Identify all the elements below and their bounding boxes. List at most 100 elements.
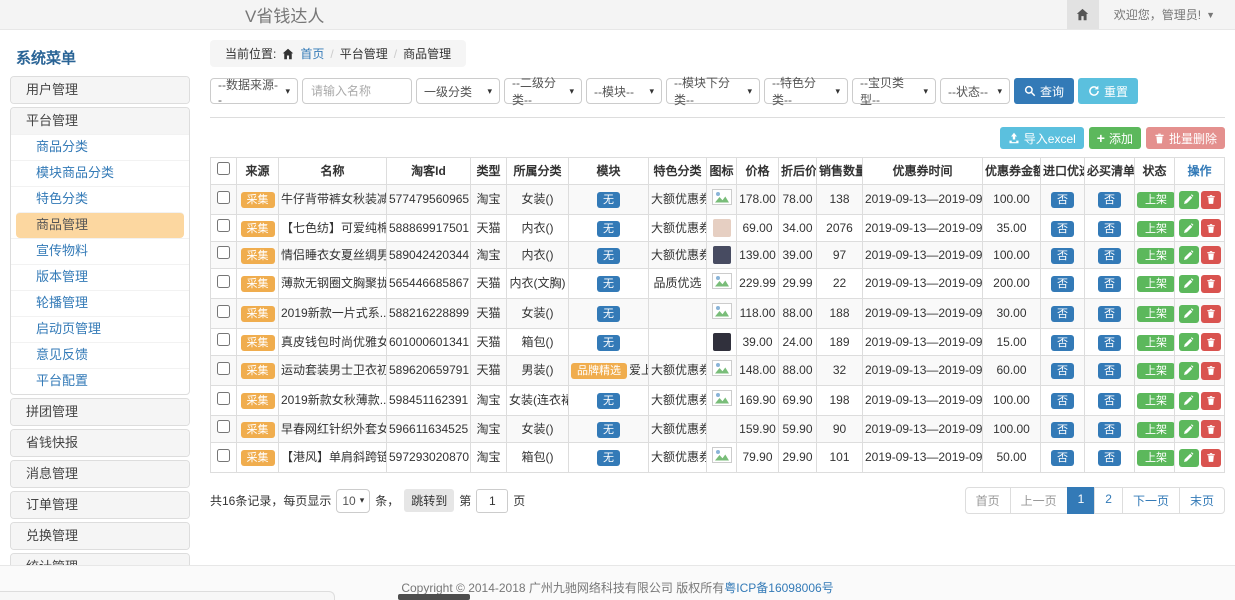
sidebar-section-3[interactable]: 订单管理 [11, 492, 189, 518]
must-buy-badge[interactable]: 否 [1098, 393, 1121, 409]
edit-button[interactable] [1179, 420, 1199, 438]
must-buy-badge[interactable]: 否 [1098, 221, 1121, 237]
must-buy-badge[interactable]: 否 [1098, 192, 1121, 208]
must-buy-badge[interactable]: 否 [1098, 363, 1121, 379]
filter-select-4[interactable]: --模块下分类--▾ [666, 78, 760, 104]
row-checkbox[interactable] [217, 420, 230, 433]
sidebar-item-4[interactable]: 宣传物料 [11, 238, 189, 264]
pager-item-2[interactable]: 1 [1067, 487, 1096, 514]
edit-button[interactable] [1179, 219, 1199, 237]
edit-button[interactable] [1179, 362, 1199, 380]
reset-button[interactable]: 重置 [1078, 78, 1138, 104]
sidebar-item-1[interactable]: 模块商品分类 [11, 160, 189, 186]
imported-badge[interactable]: 否 [1051, 393, 1074, 409]
sidebar-item-5[interactable]: 版本管理 [11, 264, 189, 290]
status-badge[interactable]: 上架 [1137, 422, 1175, 438]
status-badge[interactable]: 上架 [1137, 248, 1175, 264]
status-badge[interactable]: 上架 [1137, 335, 1175, 351]
sidebar-section-platform[interactable]: 平台管理 [11, 108, 189, 134]
row-checkbox[interactable] [217, 392, 230, 405]
imported-badge[interactable]: 否 [1051, 192, 1074, 208]
pager-item-0[interactable]: 首页 [965, 487, 1011, 514]
sidebar-section-0[interactable]: 拼团管理 [11, 399, 189, 425]
must-buy-badge[interactable]: 否 [1098, 422, 1121, 438]
must-buy-badge[interactable]: 否 [1098, 306, 1121, 322]
delete-button[interactable] [1201, 420, 1221, 438]
row-checkbox[interactable] [217, 449, 230, 462]
page-number-input[interactable] [476, 489, 508, 513]
row-checkbox[interactable] [217, 333, 230, 346]
status-badge[interactable]: 上架 [1137, 393, 1175, 409]
pager-item-1[interactable]: 上一页 [1010, 487, 1068, 514]
delete-button[interactable] [1201, 191, 1221, 209]
edit-button[interactable] [1179, 333, 1199, 351]
sidebar-item-6[interactable]: 轮播管理 [11, 290, 189, 316]
imported-badge[interactable]: 否 [1051, 422, 1074, 438]
imported-badge[interactable]: 否 [1051, 335, 1074, 351]
imported-badge[interactable]: 否 [1051, 363, 1074, 379]
row-checkbox[interactable] [217, 275, 230, 288]
delete-button[interactable] [1201, 246, 1221, 264]
breadcrumb-home-link[interactable]: 首页 [300, 45, 324, 62]
must-buy-badge[interactable]: 否 [1098, 335, 1121, 351]
imported-badge[interactable]: 否 [1051, 276, 1074, 292]
sidebar-item-3[interactable]: 商品管理 [16, 212, 184, 238]
filter-select-7[interactable]: --状态--▾ [940, 78, 1010, 104]
edit-button[interactable] [1179, 392, 1199, 410]
delete-button[interactable] [1201, 392, 1221, 410]
batch-delete-button[interactable]: 批量删除 [1146, 127, 1225, 149]
sidebar-section-users[interactable]: 用户管理 [11, 77, 189, 103]
breadcrumb-item-platform[interactable]: 平台管理 [340, 45, 388, 62]
filter-select-0[interactable]: --数据来源--▾ [210, 78, 298, 104]
filter-select-6[interactable]: --宝贝类型--▾ [852, 78, 936, 104]
edit-button[interactable] [1179, 191, 1199, 209]
edit-button[interactable] [1179, 275, 1199, 293]
select-all-checkbox[interactable] [217, 162, 230, 175]
sidebar-section-1[interactable]: 省钱快报 [11, 430, 189, 456]
pager-item-3[interactable]: 2 [1094, 487, 1123, 514]
home-button[interactable] [1067, 0, 1099, 29]
delete-button[interactable] [1201, 333, 1221, 351]
sidebar-item-7[interactable]: 启动页管理 [11, 316, 189, 342]
status-badge[interactable]: 上架 [1137, 306, 1175, 322]
add-button[interactable]: + 添加 [1089, 127, 1141, 149]
delete-button[interactable] [1201, 362, 1221, 380]
must-buy-badge[interactable]: 否 [1098, 276, 1121, 292]
must-buy-badge[interactable]: 否 [1098, 248, 1121, 264]
status-badge[interactable]: 上架 [1137, 363, 1175, 379]
status-badge[interactable]: 上架 [1137, 221, 1175, 237]
delete-button[interactable] [1201, 275, 1221, 293]
delete-button[interactable] [1201, 449, 1221, 467]
must-buy-badge[interactable]: 否 [1098, 450, 1121, 466]
row-checkbox[interactable] [217, 246, 230, 259]
imported-badge[interactable]: 否 [1051, 248, 1074, 264]
name-search-input[interactable] [302, 78, 412, 104]
sidebar-item-0[interactable]: 商品分类 [11, 134, 189, 160]
row-checkbox[interactable] [217, 362, 230, 375]
pager-item-4[interactable]: 下一页 [1122, 487, 1180, 514]
delete-button[interactable] [1201, 219, 1221, 237]
status-badge[interactable]: 上架 [1137, 276, 1175, 292]
edit-button[interactable] [1179, 246, 1199, 264]
filter-select-5[interactable]: --特色分类--▾ [764, 78, 848, 104]
sidebar-section-2[interactable]: 消息管理 [11, 461, 189, 487]
status-badge[interactable]: 上架 [1137, 192, 1175, 208]
imported-badge[interactable]: 否 [1051, 306, 1074, 322]
icp-link[interactable]: 粤ICP备16098006号 [724, 581, 833, 595]
row-checkbox[interactable] [217, 219, 230, 232]
status-badge[interactable]: 上架 [1137, 450, 1175, 466]
imported-badge[interactable]: 否 [1051, 221, 1074, 237]
row-checkbox[interactable] [217, 305, 230, 318]
pager-item-5[interactable]: 末页 [1179, 487, 1225, 514]
sidebar-item-2[interactable]: 特色分类 [11, 186, 189, 212]
sidebar-section-4[interactable]: 兑换管理 [11, 523, 189, 549]
user-menu[interactable]: 欢迎您，管理员! ▼ [1099, 0, 1235, 29]
edit-button[interactable] [1179, 449, 1199, 467]
search-button[interactable]: 查询 [1014, 78, 1074, 104]
sidebar-item-8[interactable]: 意见反馈 [11, 342, 189, 368]
imported-badge[interactable]: 否 [1051, 450, 1074, 466]
filter-select-3[interactable]: --模块--▾ [586, 78, 662, 104]
horizontal-scrollbar-thumb[interactable] [398, 594, 470, 600]
import-excel-button[interactable]: 导入excel [1000, 127, 1084, 149]
per-page-select[interactable]: 10 ▾ [336, 489, 370, 513]
